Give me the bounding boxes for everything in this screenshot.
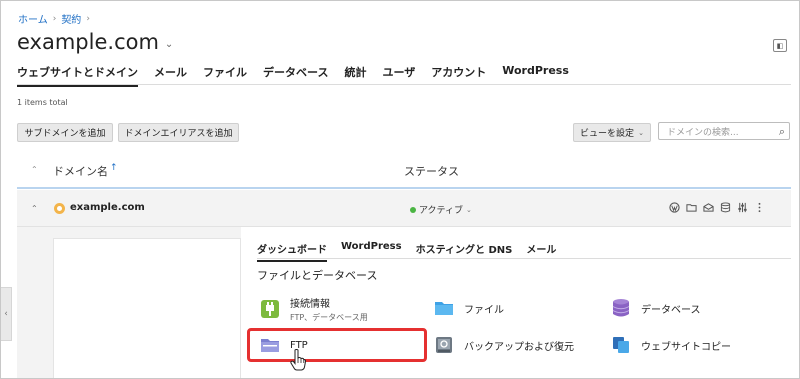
site-favicon-icon	[54, 203, 65, 214]
hand-cursor-icon	[290, 349, 307, 375]
backup-icon	[433, 334, 455, 356]
domain-search-input[interactable]: ドメインの検索... ⌕	[658, 122, 790, 140]
header-divider	[17, 187, 791, 189]
database-icon[interactable]	[720, 202, 731, 213]
search-placeholder: ドメインの検索...	[667, 127, 739, 138]
collapse-row-icon[interactable]: ⌃	[31, 204, 38, 213]
breadcrumb-subscription[interactable]: 契約	[61, 11, 81, 26]
copy-icon	[610, 334, 632, 356]
status-dropdown[interactable]: アクティブ ⌄	[410, 203, 472, 216]
chevron-down-icon: ⌄	[466, 205, 472, 214]
add-subdomain-button[interactable]: サブドメインを追加	[17, 123, 113, 142]
plug-icon	[259, 298, 281, 320]
website-copy-tile[interactable]: ウェブサイトコピー	[610, 334, 731, 356]
breadcrumb-home[interactable]: ホーム	[18, 11, 48, 26]
folder-icon	[433, 297, 455, 319]
connection-info-tile[interactable]: 接続情報 FTP、データベース用	[259, 295, 368, 323]
chevron-down-icon: ⌄	[638, 128, 644, 137]
page-title-text: example.com	[17, 30, 159, 54]
database-icon	[610, 297, 632, 319]
chevron-right-icon: ›	[86, 13, 90, 24]
column-header-domain[interactable]: ドメイン名 ↑	[53, 163, 118, 179]
add-domain-alias-button[interactable]: ドメインエイリアスを追加	[118, 123, 239, 142]
mail-icon[interactable]	[703, 202, 714, 213]
site-preview-panel	[53, 238, 241, 378]
row-actions	[669, 202, 765, 213]
collapse-all-icon[interactable]: ⌃	[31, 165, 38, 174]
chevron-down-icon: ⌄	[164, 38, 174, 50]
status-dot-icon	[410, 206, 416, 213]
column-header-domain-label: ドメイン名	[53, 165, 108, 178]
website-copy-label: ウェブサイトコピー	[641, 341, 731, 353]
tabs-divider	[17, 84, 791, 85]
file-manager-label: ファイル	[464, 304, 504, 316]
breadcrumb: ホーム › 契約 ›	[18, 11, 90, 27]
page-title[interactable]: example.com ⌄	[17, 30, 173, 54]
backup-restore-label: バックアップおよび復元	[464, 341, 574, 353]
column-header-status: ステータス	[404, 165, 459, 178]
connection-info-label: 接続情報	[290, 299, 330, 310]
connection-info-sublabel: FTP、データベース用	[290, 313, 368, 322]
databases-label: データベース	[641, 304, 701, 316]
view-settings-button[interactable]: ビューを設定 ⌄	[573, 123, 651, 142]
sort-arrow-icon: ↑	[110, 163, 118, 173]
app-window: ‹ ホーム › 契約 › example.com ⌄ ◧ ウェブサイトとドメイン…	[0, 0, 800, 379]
ftp-highlight-box	[247, 328, 427, 362]
domain-name[interactable]: example.com	[70, 202, 145, 213]
chevron-right-icon: ›	[52, 13, 57, 24]
wordpress-icon[interactable]	[669, 202, 680, 213]
view-settings-label: ビューを設定	[580, 129, 635, 139]
section-title: ファイルとデータベース	[257, 269, 378, 282]
file-manager-tile[interactable]: ファイル	[433, 297, 504, 319]
more-options-icon[interactable]	[754, 202, 765, 213]
detail-tabs-divider	[257, 258, 791, 259]
items-count: 1 items total	[17, 98, 68, 107]
databases-tile[interactable]: データベース	[610, 297, 701, 319]
folder-icon[interactable]	[686, 202, 697, 213]
sidebar-expand-handle[interactable]: ‹	[1, 287, 12, 341]
settings-sliders-icon[interactable]	[737, 202, 748, 213]
backup-restore-tile[interactable]: バックアップおよび復元	[433, 334, 574, 356]
panel-toggle-icon[interactable]: ◧	[773, 39, 787, 52]
search-icon[interactable]: ⌕	[779, 125, 785, 139]
status-label: アクティブ	[419, 206, 464, 216]
